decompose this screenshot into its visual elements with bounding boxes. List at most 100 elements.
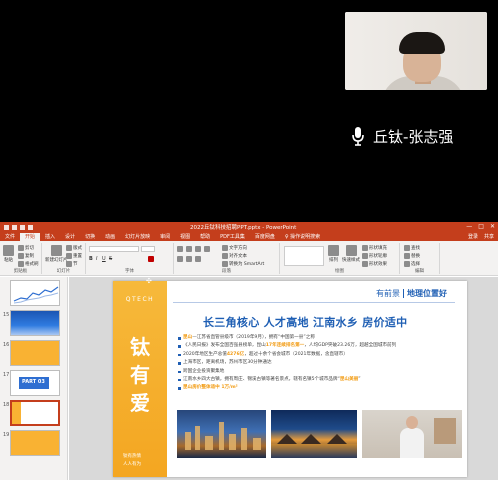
participant-hair [399,32,445,54]
tab-review[interactable]: 审阅 [155,233,175,241]
title-bar: 2022丘钛科技招聘PPT.pptx - PowerPoint — □ ✕ [0,222,498,232]
decrease-indent-button[interactable] [195,246,201,252]
minimize-button[interactable]: — [466,223,472,230]
band-footer-line: 人人有为 [123,462,141,467]
tab-transitions[interactable]: 切换 [80,233,100,241]
indent-icon [204,246,210,252]
shape-fill-button[interactable]: 形状填充 [362,245,387,251]
reset-icon [66,253,72,259]
find-button[interactable]: 查找 [404,245,420,251]
replace-button[interactable]: 替换 [404,253,420,259]
slide-editing-area[interactable]: QTECH 钛 有 爱 钛有热情 人人有为 有前景 地理位置好 长三角核心 人才… [69,277,498,480]
align-left-button[interactable] [177,256,183,262]
building-shape [229,434,236,450]
current-slide[interactable]: QTECH 钛 有 爱 钛有热情 人人有为 有前景 地理位置好 长三角核心 人才… [113,281,467,477]
bold-button[interactable]: B [89,256,93,262]
close-button[interactable]: ✕ [490,223,495,230]
slide-thumbnails-pane[interactable]: 15 16 17 PART 03 18 19 [0,277,68,480]
font-group-name: 字体 [125,269,134,274]
text-direction-button[interactable]: 文字方向 [222,245,247,251]
section-button[interactable]: 节 [66,261,78,267]
undo-icon[interactable] [12,224,17,230]
microphone-icon [352,127,364,146]
smartart-label: 转换为 SmartArt [229,262,265,267]
participant-video-tile[interactable] [345,12,487,90]
editing-group: 查找 替换 选择 编辑 [400,243,440,274]
numbering-button[interactable] [186,246,192,252]
slide-thumbnail[interactable] [10,340,60,366]
layout-button[interactable]: 版式 [66,245,82,251]
bullet-item: 江南水乡四大古镇，拥有周庄、锦溪古镇等著名景点，辖有名镇5个城市品牌“昆山美丽” [177,376,457,384]
align-text-button[interactable]: 对齐文本 [222,253,247,259]
bullet-item: 2020年地区生产总值4276亿，超过十余个省会城市（2021年数据，含直辖市） [177,351,457,359]
share-button[interactable]: 共享 [484,233,494,240]
font-size-dropdown[interactable] [141,246,155,252]
convert-smartart-button[interactable]: 转换为 SmartArt [222,261,264,267]
font-color-button[interactable] [148,256,154,262]
thumbnail-row[interactable]: 15 [0,310,67,338]
thumbnail-row[interactable] [0,280,67,308]
arrange-button[interactable]: 排列 [328,245,339,263]
slide-thumbnail[interactable] [10,310,60,336]
reset-button[interactable]: 重置 [66,253,82,259]
underline-button[interactable]: U [102,256,106,262]
tab-file[interactable]: 文件 [0,233,20,241]
cut-button[interactable]: 剪切 [18,245,34,251]
video-call-area: 丘钛-张志强 [0,0,498,222]
increase-indent-button[interactable] [204,246,210,252]
tab-home[interactable]: 开始 [20,233,41,241]
slide-thumbnail[interactable] [10,280,60,306]
shape-outline-button[interactable]: 形状轮廓 [362,253,387,259]
shape-effects-button[interactable]: 形状效果 [362,261,387,267]
strikethrough-button[interactable]: S [109,256,112,262]
tab-help[interactable]: 帮助 [195,233,215,241]
slide-thumbnail[interactable] [10,430,60,456]
paragraph-group-name: 段落 [222,269,231,274]
tell-me-search[interactable]: ♀ 操作说明搜索 [280,233,325,241]
format-painter-button[interactable]: 格式刷 [18,261,39,267]
reset-label: 重置 [73,254,82,259]
company-logo-text: QTECH [125,296,155,303]
align-center-button[interactable] [186,256,192,262]
save-icon[interactable] [4,224,9,230]
start-presentation-icon[interactable] [28,224,33,230]
thumbnail-row[interactable]: 19 [0,430,67,458]
new-slide-button[interactable]: 新建幻灯片 [45,245,68,263]
align-left-icon [177,256,183,262]
new-slide-icon [50,245,62,256]
bullets-button[interactable] [177,246,183,252]
thumbnail-row[interactable]: 17 PART 03 [0,370,67,398]
sign-in-link[interactable]: 登录 [468,233,478,240]
italic-button[interactable]: I [96,256,97,262]
tab-pdf-tools[interactable]: PDF工具集 [215,233,250,241]
slide-thumbnail[interactable]: PART 03 [10,370,60,396]
thumbnail-number: 16 [3,342,10,348]
office-person-photo[interactable] [362,410,462,458]
photo-strip [177,410,462,458]
tab-view[interactable]: 视图 [175,233,195,241]
maximize-button[interactable]: □ [478,223,484,230]
font-name-dropdown[interactable] [89,246,139,252]
tab-insert[interactable]: 插入 [40,233,60,241]
align-right-button[interactable] [195,256,201,262]
city-skyline-photo[interactable] [177,410,266,458]
paste-button[interactable]: 粘贴 [3,245,14,263]
slide-thumbnail-selected[interactable] [10,400,60,426]
header-divider [403,289,404,298]
ribbon: 粘贴 剪切 复制 格式刷 剪贴板 新建幻灯片 版式 重置 节 幻灯片 B I U… [0,241,498,276]
water-town-photo[interactable] [271,410,357,458]
redo-icon[interactable] [20,224,25,230]
font-group: B I U S 字体 [86,243,174,274]
copy-button[interactable]: 复制 [18,253,34,259]
tab-baidu-netdisk[interactable]: 百度网盘 [250,233,280,241]
quick-styles-button[interactable]: 快速样式 [342,245,360,263]
person-body [400,428,424,458]
tab-animations[interactable]: 动画 [100,233,120,241]
shapes-gallery[interactable] [284,246,324,266]
select-button[interactable]: 选择 [404,261,420,267]
bookshelf-shape [434,418,456,444]
thumbnail-row[interactable]: 16 [0,340,67,368]
thumbnail-row-selected[interactable]: 18 [0,400,67,428]
tab-slideshow[interactable]: 幻灯片放映 [120,233,155,241]
tab-design[interactable]: 设计 [60,233,80,241]
